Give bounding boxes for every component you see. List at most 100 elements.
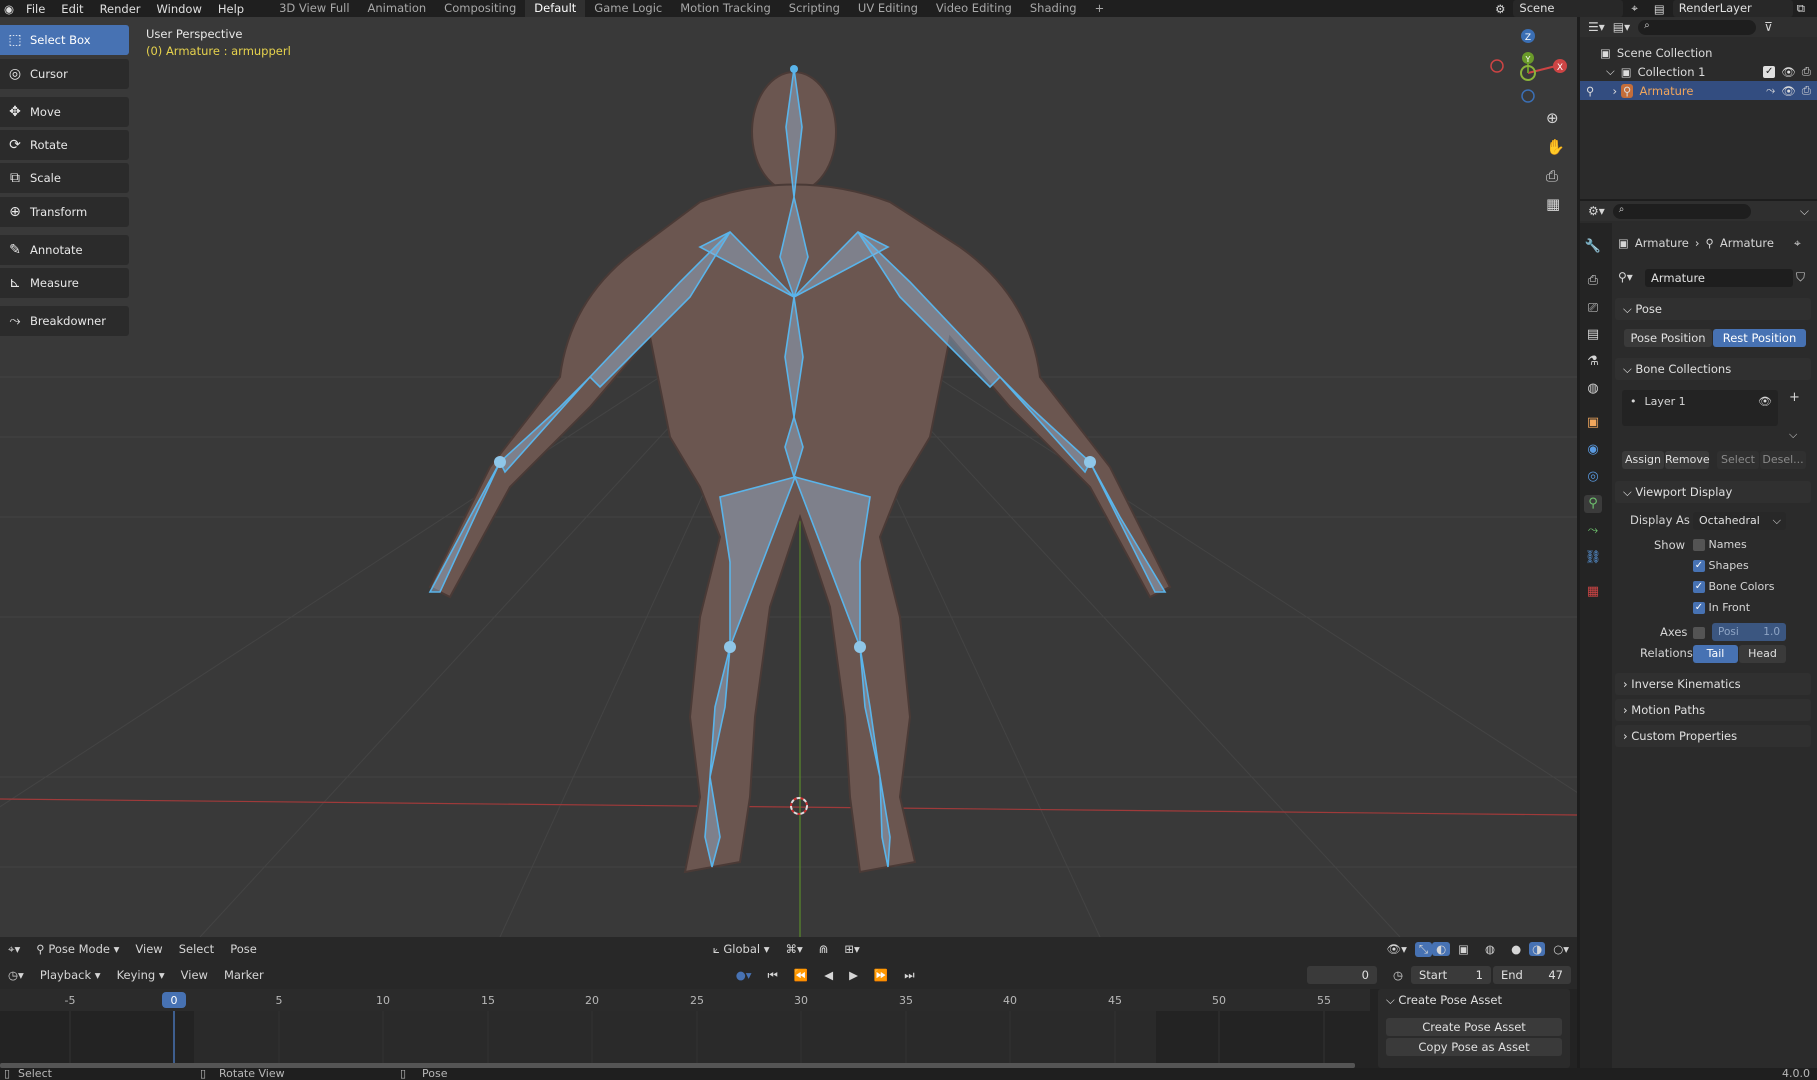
mode-selector[interactable]: ⚲ Pose Mode ▾	[28, 942, 127, 956]
modifier-tab-icon[interactable]: ◉	[1584, 441, 1602, 459]
armature-data-selector-icon[interactable]: ⚲▾	[1618, 270, 1633, 284]
remove-button[interactable]: Remove	[1665, 451, 1710, 469]
filter-icon[interactable]: ⊽	[1764, 20, 1773, 34]
menu-window[interactable]: Window	[149, 2, 210, 16]
expand-arrow-icon[interactable]: ›	[1612, 84, 1617, 98]
custom-properties-header[interactable]: › Custom Properties	[1615, 725, 1811, 747]
start-frame-field[interactable]: Start 1	[1411, 966, 1491, 984]
snap-target-icon[interactable]: ⊞▾	[836, 942, 867, 956]
zoom-icon[interactable]: ⊕	[1546, 109, 1559, 127]
ortho-grid-icon[interactable]: ▦	[1546, 195, 1560, 213]
eye-icon[interactable]: 👁	[1758, 395, 1772, 408]
axes-checkbox[interactable]	[1693, 625, 1705, 639]
menu-help[interactable]: Help	[210, 2, 252, 16]
output-tab-icon[interactable]: ⎚	[1584, 300, 1602, 318]
jump-start-icon[interactable]: ⏮	[760, 968, 786, 983]
motion-paths-header[interactable]: › Motion Paths	[1615, 699, 1811, 721]
expand-arrow-icon[interactable]: ⌵	[1606, 64, 1615, 79]
shapes-checkbox[interactable]: ✓ Shapes	[1693, 559, 1749, 572]
tool-measure[interactable]: ⊾ Measure	[0, 268, 129, 298]
visibility-icon[interactable]: 👁▾	[1379, 942, 1415, 956]
scene-icon[interactable]: ⚙	[1487, 2, 1513, 16]
outliner[interactable]: ☰▾ ▤▾ ⌕ ⊽ ▣ Scene Collection ⌵ ▣ Collection…	[1580, 17, 1817, 199]
bone-colors-checkbox[interactable]: ✓ Bone Colors	[1693, 580, 1774, 593]
timeline-editor-icon[interactable]: ◷▾	[0, 968, 32, 982]
view-layer-tab-icon[interactable]: ▤	[1584, 326, 1602, 344]
auto-key-icon[interactable]: ●▾	[728, 968, 760, 982]
menu-render[interactable]: Render	[92, 2, 149, 16]
outliner-editor-icon[interactable]: ☰▾	[1588, 20, 1605, 34]
scene-tab-icon[interactable]: ⚗	[1584, 353, 1602, 371]
tool-move[interactable]: ✥ Move	[0, 97, 129, 127]
create-pose-asset-button[interactable]: Create Pose Asset	[1386, 1018, 1562, 1036]
menu-marker[interactable]: Marker	[216, 968, 272, 982]
workspace-tab[interactable]: Animation	[359, 0, 436, 17]
workspace-tab[interactable]: Compositing	[435, 0, 525, 17]
3d-viewport[interactable]: Z Y X User Perspective (0) Armature : ar…	[0, 17, 1577, 937]
orientation-selector[interactable]: ⟀ Global ▾	[705, 942, 778, 957]
render-tab-icon[interactable]: ⎙	[1584, 272, 1602, 290]
play-icon[interactable]: ▶	[841, 968, 866, 982]
bone-collections-header[interactable]: ⌵ Bone Collections	[1615, 358, 1811, 380]
viewport-display-header[interactable]: ⌵ Viewport Display	[1615, 481, 1811, 503]
render-camera-icon[interactable]: ⎙	[1802, 64, 1811, 79]
blender-logo-icon[interactable]: ◉	[0, 2, 18, 16]
outliner-search-field[interactable]: ⌕	[1638, 19, 1757, 35]
texture-tab-icon[interactable]: ▦	[1584, 583, 1602, 601]
bone-collection-item[interactable]: • Layer 1 👁	[1622, 390, 1778, 412]
assign-button[interactable]: Assign	[1622, 451, 1664, 469]
workspace-tab[interactable]: Video Editing	[927, 0, 1021, 17]
timeline-ruler[interactable]: -5 0 5 10 15 20 25 30 35 40 45 50 55	[0, 989, 1370, 1068]
names-checkbox[interactable]: Names	[1693, 538, 1747, 551]
pose-mode-icon[interactable]: ⚲	[1586, 84, 1594, 98]
pose-asset-header[interactable]: ⌵ Create Pose Asset	[1378, 989, 1570, 1012]
workspace-tab[interactable]: Motion Tracking	[671, 0, 780, 17]
add-collection-icon[interactable]: +	[1789, 390, 1800, 405]
snap-icon[interactable]: ⋒	[811, 942, 837, 956]
properties-search-field[interactable]: ⌕	[1612, 203, 1751, 219]
xray-icon[interactable]: ▣	[1450, 942, 1477, 956]
menu-select[interactable]: Select	[171, 942, 222, 956]
end-frame-field[interactable]: End 47	[1493, 966, 1571, 984]
workspace-tab[interactable]: Scripting	[780, 0, 849, 17]
armature-data-icon[interactable]: ⤳	[1766, 83, 1775, 98]
bone-tab-icon[interactable]: ⤳	[1584, 522, 1602, 540]
next-key-icon[interactable]: ⏩	[866, 968, 896, 982]
menu-file[interactable]: File	[18, 2, 53, 16]
armature-row[interactable]: ⚲ › ⚲ Armature ⤳ 👁 ⎙	[1580, 81, 1817, 100]
tool-tab-icon[interactable]: 🔧	[1584, 238, 1602, 256]
tool-transform[interactable]: ⊕ Transform	[0, 197, 129, 227]
world-tab-icon[interactable]: ◍	[1584, 380, 1602, 398]
relations-head-button[interactable]: Head	[1739, 645, 1786, 663]
play-reverse-icon[interactable]: ◀	[816, 968, 841, 982]
in-front-checkbox[interactable]: ✓ In Front	[1693, 601, 1750, 614]
exclude-checkbox[interactable]: ✓	[1763, 65, 1776, 78]
tool-breakdowner[interactable]: ⤳ Breakdowner	[0, 306, 129, 336]
view-layer-icon[interactable]: ▤	[1646, 2, 1673, 16]
shading-rendered-icon[interactable]: ○▾	[1545, 942, 1577, 956]
relations-tail-button[interactable]: Tail	[1693, 645, 1738, 663]
shading-wireframe-icon[interactable]: ◍	[1477, 942, 1503, 956]
physics-tab-icon[interactable]: ◎	[1584, 468, 1602, 486]
collection-menu-icon[interactable]: ⌵	[1789, 428, 1797, 442]
menu-pose[interactable]: Pose	[222, 942, 265, 956]
object-tab-icon[interactable]: ▣	[1584, 414, 1602, 432]
tool-scale[interactable]: ⧉ Scale	[0, 163, 129, 193]
copy-pose-asset-button[interactable]: Copy Pose as Asset	[1386, 1038, 1562, 1056]
view-layer-selector[interactable]: RenderLayer	[1672, 0, 1793, 17]
display-mode-icon[interactable]: ▤▾	[1613, 20, 1630, 34]
tool-annotate[interactable]: ✎ Annotate	[0, 235, 129, 265]
menu-timeline-view[interactable]: View	[173, 968, 216, 982]
editor-type-icon[interactable]: ⌖▾	[0, 942, 28, 957]
add-workspace-icon[interactable]: +	[1086, 0, 1114, 17]
render-camera-icon[interactable]: ⎙	[1802, 83, 1811, 98]
workspace-tab[interactable]: UV Editing	[849, 0, 927, 17]
workspace-tab[interactable]: 3D View Full	[270, 0, 358, 17]
select-button[interactable]: Select	[1717, 451, 1759, 469]
preview-range-icon[interactable]: ◷	[1385, 968, 1411, 982]
pose-section-header[interactable]: ⌵ Pose	[1615, 298, 1811, 320]
options-chevron-icon[interactable]: ⌵	[1800, 204, 1809, 219]
bone-collections-list[interactable]: • Layer 1 👁	[1622, 390, 1778, 426]
shading-material-icon[interactable]: ◑	[1529, 942, 1546, 956]
pose-position-button[interactable]: Pose Position	[1624, 329, 1712, 347]
